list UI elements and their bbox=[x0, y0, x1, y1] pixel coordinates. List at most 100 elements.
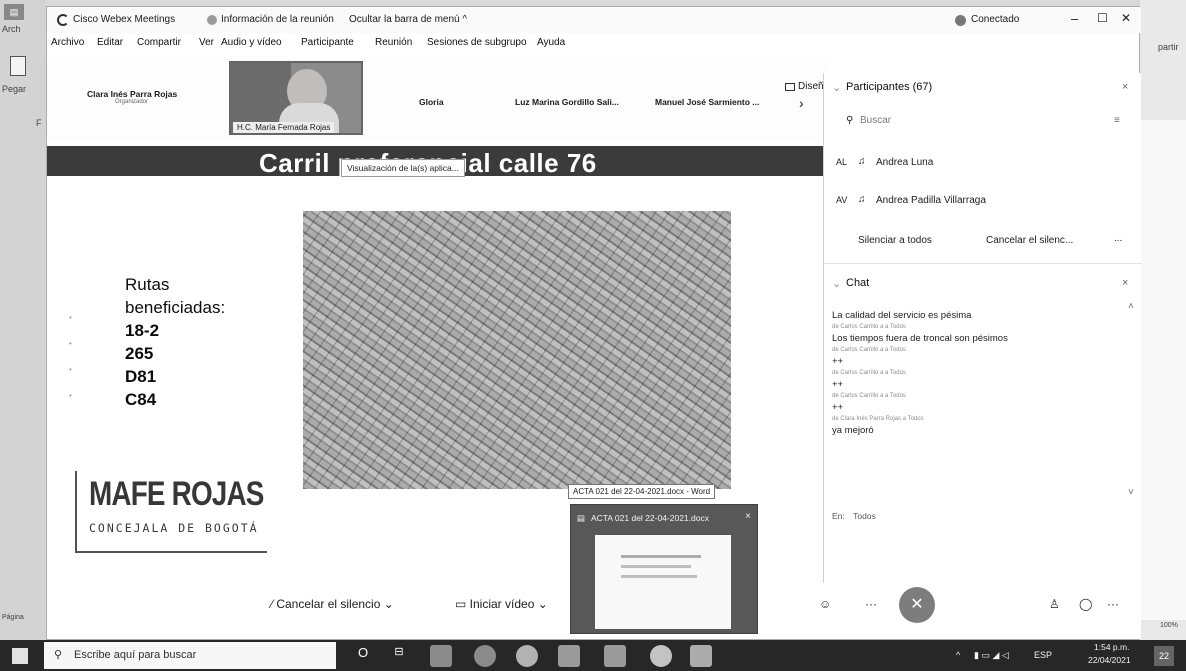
word-doc-icon: ▤ bbox=[577, 513, 586, 523]
language-indicator[interactable]: ESP bbox=[1034, 650, 1052, 660]
message-meta: de Carlos Carrillo a a Todos bbox=[832, 347, 906, 353]
chat-header[interactable]: Chat bbox=[846, 277, 869, 289]
webex-taskbar-icon[interactable] bbox=[650, 645, 672, 667]
paste-icon[interactable] bbox=[10, 56, 26, 76]
video-camera-icon: ▭ bbox=[455, 597, 470, 611]
participant-row[interactable]: AV ♫ Andrea Padilla Villarraga bbox=[836, 191, 1126, 213]
word-taskbar-icon[interactable] bbox=[690, 645, 712, 667]
task-view-icon[interactable]: ⊟ bbox=[388, 645, 410, 667]
reactions-icon[interactable]: ☺ bbox=[819, 597, 831, 611]
route-code: D81 bbox=[125, 367, 157, 386]
video-tile-luz-marina[interactable]: Luz Marina Gordillo Sali... bbox=[515, 97, 619, 107]
close-preview-icon[interactable]: × bbox=[745, 511, 751, 522]
message-meta: de Clara Inés Parra Rojas a Todos bbox=[832, 416, 924, 422]
info-icon bbox=[207, 15, 217, 25]
mic-toggle-button[interactable]: ⁄ Cancelar el silencio ⌄ bbox=[271, 597, 394, 611]
teams-icon[interactable] bbox=[558, 645, 580, 667]
chrome-icon[interactable] bbox=[516, 645, 538, 667]
chat-to-value[interactable]: Todos bbox=[853, 511, 876, 521]
hide-menu-button[interactable]: Ocultar la barra de menú ^ bbox=[349, 14, 467, 25]
tray-app-icons[interactable]: ▮ ▭ ◢ ◁ bbox=[974, 650, 1009, 661]
menu-reunion[interactable]: Reunión bbox=[375, 37, 412, 48]
word-taskbar-preview[interactable]: ▤ ACTA 021 del 22-04-2021.docx × bbox=[570, 504, 758, 634]
participants-header[interactable]: Participantes (67) bbox=[846, 81, 932, 93]
menu-editar[interactable]: Editar bbox=[97, 37, 123, 48]
search-input[interactable]: Buscar bbox=[860, 115, 891, 126]
menu-participante[interactable]: Participante bbox=[301, 37, 354, 48]
chat-scroll-down-icon[interactable]: ˅ bbox=[1128, 487, 1134, 498]
connection-status[interactable]: Conectado bbox=[971, 14, 1019, 25]
menu-compartir[interactable]: Compartir bbox=[137, 37, 181, 48]
side-panel: ⌄ Participantes (67) × ⚲ Buscar ≡ AL ♫ A… bbox=[823, 73, 1142, 583]
aerial-map-image bbox=[303, 211, 731, 489]
excel-icon[interactable] bbox=[604, 645, 626, 667]
menu-sesiones-subgrupo[interactable]: Sesiones de subgrupo bbox=[427, 37, 527, 48]
collapse-participants-icon[interactable]: ⌄ bbox=[832, 81, 841, 94]
document-thumbnail bbox=[595, 535, 731, 629]
video-tile-manuel[interactable]: Manuel José Sarmiento ... bbox=[655, 97, 759, 107]
mute-all-button[interactable]: Silenciar a todos bbox=[858, 235, 932, 246]
logo-name: MAFE ROJAS bbox=[89, 475, 264, 513]
active-speaker-video[interactable]: H.C. María Fernada Rojas bbox=[229, 61, 363, 135]
menu-ver[interactable]: Ver bbox=[199, 37, 214, 48]
mafe-rojas-logo: MAFE ROJAS CONCEJALA DE BOGOTÁ bbox=[75, 471, 267, 553]
chat-icon[interactable]: ◯ bbox=[1079, 597, 1092, 611]
close-button[interactable]: ✕ bbox=[1121, 11, 1131, 25]
participant-row[interactable]: AL ♫ Andrea Luna bbox=[836, 153, 1126, 175]
tray-chevron-icon[interactable]: ^ bbox=[956, 650, 960, 660]
participants-icon[interactable]: ♙ bbox=[1049, 597, 1060, 611]
mute-label: Cancelar el silencio bbox=[276, 597, 381, 611]
participant-name: Andrea Luna bbox=[876, 157, 934, 168]
menu-ayuda[interactable]: Ayuda bbox=[537, 37, 565, 48]
taskbar-search[interactable]: ⚲ Escribe aquí para buscar bbox=[44, 642, 336, 669]
collapse-chat-icon[interactable]: ⌄ bbox=[832, 277, 841, 290]
menu-archivo[interactable]: Archivo bbox=[51, 37, 84, 48]
more-options-icon[interactable]: ··· bbox=[865, 597, 877, 611]
windows-start-icon[interactable] bbox=[12, 648, 28, 664]
share-fragment: partir bbox=[1158, 42, 1179, 52]
background-document-area bbox=[1140, 120, 1186, 620]
video-tile-organizer[interactable]: Clara Inés Parra Rojas Organizador bbox=[87, 89, 217, 105]
notification-count: 22 bbox=[1158, 651, 1169, 661]
zoom-level: 100% bbox=[1160, 622, 1178, 629]
chat-recipient[interactable]: En: Todos bbox=[832, 511, 876, 521]
taskbar-search-input[interactable]: Escribe aquí para buscar bbox=[74, 649, 196, 661]
more-panels-icon[interactable]: ··· bbox=[1107, 597, 1119, 611]
message-meta: de Carlos Carrillo a a Todos bbox=[832, 324, 906, 330]
menu-audio-video[interactable]: Audio y vídeo bbox=[221, 37, 282, 48]
word-preview-title: ACTA 021 del 22-04-2021.docx bbox=[591, 513, 709, 523]
unmute-all-button[interactable]: Cancelar el silenc... bbox=[986, 235, 1073, 246]
close-participants-icon[interactable]: × bbox=[1122, 81, 1128, 93]
sort-icon[interactable]: ≡ bbox=[1114, 115, 1120, 126]
message-body: ++ bbox=[832, 379, 844, 390]
app-sharing-tooltip[interactable]: Visualización de la(s) aplica... bbox=[341, 159, 465, 177]
edge-icon[interactable] bbox=[474, 645, 496, 667]
message-meta bbox=[832, 301, 1132, 310]
maximize-button[interactable]: ☐ bbox=[1097, 11, 1108, 25]
clock-date[interactable]: 22/04/2021 bbox=[1088, 655, 1131, 665]
cortana-icon[interactable]: O bbox=[352, 645, 374, 667]
routes-label: Rutas bbox=[125, 275, 170, 294]
video-toggle-button[interactable]: ▭ Iniciar vídeo ⌄ bbox=[455, 597, 548, 611]
more-options-button[interactable]: ... bbox=[1114, 233, 1122, 244]
search-icon: ⚲ bbox=[54, 649, 63, 661]
meeting-info-link[interactable]: Información de la reunión bbox=[221, 14, 334, 25]
file-explorer-icon[interactable] bbox=[430, 645, 452, 667]
notification-center-icon[interactable]: 22 bbox=[1154, 646, 1174, 666]
video-tile-gloria[interactable]: Gloria bbox=[419, 97, 444, 107]
close-chat-icon[interactable]: × bbox=[1122, 277, 1128, 289]
file-tab[interactable]: Arch bbox=[2, 24, 21, 34]
font-group-hint: F bbox=[36, 118, 42, 128]
leave-meeting-button[interactable]: ✕ bbox=[899, 587, 935, 623]
minimize-button[interactable]: – bbox=[1071, 11, 1078, 26]
connection-status-icon bbox=[955, 15, 966, 26]
routes-list: Rutas beneficiadas: 18-2 265 D81 C84 bbox=[125, 273, 225, 411]
route-code: C84 bbox=[125, 390, 157, 409]
mic-icon: ♫ bbox=[858, 194, 866, 205]
clock-time[interactable]: 1:54 p.m. bbox=[1094, 642, 1129, 652]
webex-logo-icon bbox=[57, 14, 69, 26]
next-videos-button[interactable]: › bbox=[799, 95, 804, 111]
participant-search[interactable]: ⚲ Buscar ≡ bbox=[836, 111, 1126, 133]
thumb-line bbox=[621, 555, 701, 558]
chat-scroll-up-icon[interactable]: ˄ bbox=[1128, 301, 1134, 312]
